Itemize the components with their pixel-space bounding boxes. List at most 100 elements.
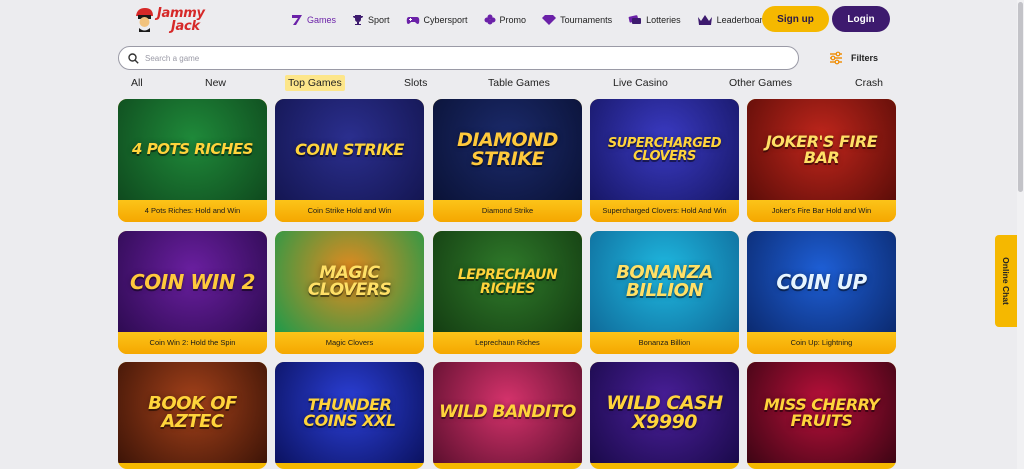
game-thumbnail: JOKER'S FIRE BAR (747, 99, 896, 200)
game-card[interactable]: 4 POTS RICHES 4 Pots Riches: Hold and Wi… (118, 99, 267, 222)
game-art-title: BONANZA BILLION (616, 261, 713, 301)
brand-name-line2: Jack (171, 19, 200, 34)
game-art-title: MAGIC CLOVERS (307, 262, 392, 300)
game-thumbnail: MISS CHERRY FRUITS (747, 362, 896, 463)
game-art-title: THUNDER COINS XXL (303, 394, 396, 430)
scrollbar-thumb[interactable] (1018, 2, 1023, 192)
seven-icon (292, 15, 302, 25)
tab-crash[interactable]: Crash (852, 75, 886, 91)
game-thumbnail: WILD CASH X9990 (590, 362, 739, 463)
nav-leaderboard-label: Leaderboard (716, 15, 768, 25)
game-thumbnail: LEPRECHAUN RICHES (433, 231, 582, 332)
game-card[interactable]: COIN UP Coin Up: Lightning (747, 231, 896, 354)
game-thumbnail: 4 POTS RICHES (118, 99, 267, 200)
game-card[interactable]: BONANZA BILLION Bonanza Billion (590, 231, 739, 354)
game-card[interactable]: COIN WIN 2 Coin Win 2: Hold the Spin (118, 231, 267, 354)
nav-sport[interactable]: Sport (352, 14, 390, 26)
search-input[interactable] (145, 53, 765, 63)
game-title: Coin Win 2: Hold the Spin (118, 332, 267, 354)
online-chat-tab[interactable]: Online Chat (995, 235, 1017, 327)
game-title: Joker's Fire Bar Hold and Win (747, 200, 896, 222)
game-title: Supercharged Clovers: Hold And Win (590, 200, 739, 222)
game-thumbnail: BONANZA BILLION (590, 231, 739, 332)
game-thumbnail: THUNDER COINS XXL (275, 362, 424, 463)
game-art-title: 4 POTS RICHES (132, 140, 253, 158)
tab-live-casino[interactable]: Live Casino (610, 75, 671, 91)
game-thumbnail: COIN STRIKE (275, 99, 424, 200)
nav-lotteries[interactable]: Lotteries (628, 14, 681, 26)
game-title: Leprechaun Riches (433, 332, 582, 354)
diamond-icon (542, 15, 557, 25)
game-card[interactable]: SUPERCHARGED CLOVERS Supercharged Clover… (590, 99, 739, 222)
brand-logo[interactable]: Jammy Jack (133, 4, 223, 34)
tab-table-games[interactable]: Table Games (485, 75, 553, 91)
game-title: Magic Clovers (275, 332, 424, 354)
nav-promo-label: Promo (499, 15, 527, 25)
game-art-title: WILD BANDITO (439, 402, 576, 422)
game-card[interactable]: MISS CHERRY FRUITS (747, 362, 896, 469)
sliders-icon (830, 51, 842, 65)
game-art-title: WILD CASH X9990 (606, 391, 723, 433)
game-art-title: DIAMOND STRIKE (457, 128, 558, 170)
nav-games-label: Games (307, 15, 337, 25)
game-title: Coin Up: Lightning (747, 332, 896, 354)
tab-slots[interactable]: Slots (401, 75, 430, 91)
game-art-title: SUPERCHARGED CLOVERS (607, 135, 722, 164)
game-thumbnail: COIN WIN 2 (118, 231, 267, 332)
game-card[interactable]: MAGIC CLOVERS Magic Clovers (275, 231, 424, 354)
tab-new[interactable]: New (202, 75, 229, 91)
game-art-title: COIN UP (776, 269, 867, 294)
game-thumbnail: BOOK OF AZTEC (118, 362, 267, 463)
game-thumbnail: COIN UP (747, 231, 896, 332)
nav-tournaments-label: Tournaments (560, 15, 613, 25)
game-thumbnail: WILD BANDITO (433, 362, 582, 463)
game-thumbnail: MAGIC CLOVERS (275, 231, 424, 332)
nav-tournaments[interactable]: Tournaments (542, 14, 612, 26)
login-button[interactable]: Login (832, 6, 890, 32)
nav-sport-label: Sport (368, 15, 390, 25)
nav-cybersport-label: Cybersport (423, 15, 468, 25)
signup-button[interactable]: Sign up (762, 6, 829, 32)
nav-leaderboard[interactable]: Leaderboard (697, 14, 768, 26)
game-card[interactable]: WILD BANDITO (433, 362, 582, 469)
gamepad-icon (406, 17, 419, 24)
tab-all[interactable]: All (128, 75, 146, 91)
game-card[interactable]: JOKER'S FIRE BAR Joker's Fire Bar Hold a… (747, 99, 896, 222)
game-art-title: BOOK OF AZTEC (148, 392, 237, 432)
game-card[interactable]: WILD CASH X9990 (590, 362, 739, 469)
game-art-title: LEPRECHAUN RICHES (457, 266, 558, 297)
game-title: Diamond Strike (433, 200, 582, 222)
game-title: Bonanza Billion (590, 332, 739, 354)
game-title: 4 Pots Riches: Hold and Win (118, 200, 267, 222)
online-chat-label: Online Chat (1001, 257, 1012, 305)
game-thumbnail: DIAMOND STRIKE (433, 99, 582, 200)
crown-icon (697, 15, 712, 25)
search-bar[interactable] (118, 46, 799, 70)
game-art-title: COIN STRIKE (295, 139, 404, 159)
page-scrollbar[interactable] (1017, 0, 1024, 469)
game-art-title: JOKER'S FIRE BAR (765, 131, 878, 167)
clover-icon (484, 14, 496, 25)
tickets-icon (628, 15, 642, 24)
game-card[interactable]: LEPRECHAUN RICHES Leprechaun Riches (433, 231, 582, 354)
game-thumbnail: SUPERCHARGED CLOVERS (590, 99, 739, 200)
search-icon (128, 52, 139, 64)
game-card[interactable]: BOOK OF AZTEC (118, 362, 267, 469)
nav-promo[interactable]: Promo (484, 14, 527, 26)
top-header: Jammy Jack Games Sport Cybersport Promo … (0, 0, 1024, 40)
game-art-title: COIN WIN 2 (130, 269, 255, 294)
category-tabs: All New Top Games Slots Table Games Live… (118, 75, 888, 91)
trophy-icon (353, 15, 364, 25)
filters-button[interactable]: Filters (829, 51, 878, 65)
nav-cybersport[interactable]: Cybersport (406, 14, 468, 26)
game-card[interactable]: DIAMOND STRIKE Diamond Strike (433, 99, 582, 222)
nav-lotteries-label: Lotteries (646, 15, 681, 25)
nav-games[interactable]: Games (291, 14, 336, 26)
filters-label: Filters (851, 53, 879, 63)
tab-top-games[interactable]: Top Games (285, 75, 345, 91)
game-title: Coin Strike Hold and Win (275, 200, 424, 222)
game-card[interactable]: THUNDER COINS XXL (275, 362, 424, 469)
game-art-title: MISS CHERRY FRUITS (763, 394, 880, 430)
game-card[interactable]: COIN STRIKE Coin Strike Hold and Win (275, 99, 424, 222)
tab-other-games[interactable]: Other Games (726, 75, 795, 91)
